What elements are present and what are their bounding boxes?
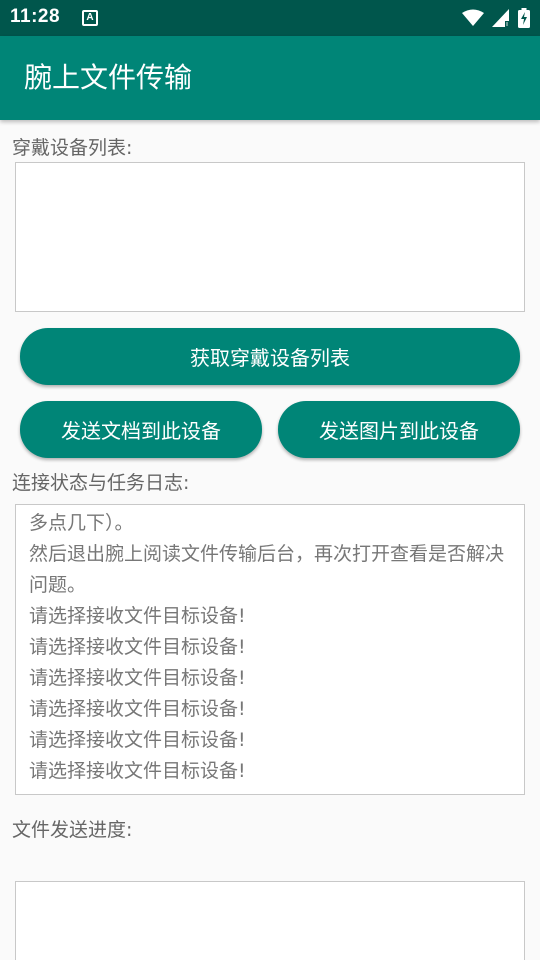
log-line: 多点几下）。 bbox=[29, 512, 134, 534]
status-time: 11:28 bbox=[10, 6, 61, 27]
send-image-button[interactable]: 发送图片到此设备 bbox=[278, 401, 520, 458]
log-line: 请选择接收文件目标设备! bbox=[29, 729, 246, 751]
progress-box bbox=[15, 881, 525, 960]
log-label: 连接状态与任务日志: bbox=[12, 472, 190, 494]
battery-charging-icon bbox=[518, 8, 530, 28]
log-line: 请选择接收文件目标设备! bbox=[29, 667, 246, 689]
log-line: 请选择接收文件目标设备! bbox=[29, 698, 246, 720]
log-lines: 多点几下）。 然后退出腕上阅读文件传输后台，再次打开查看是否解决问题。 请选择接… bbox=[29, 508, 516, 787]
log-line: 请选择接收文件目标设备! bbox=[29, 636, 246, 658]
cell-signal-icon bbox=[492, 9, 509, 27]
wifi-icon bbox=[462, 9, 484, 26]
send-document-button[interactable]: 发送文档到此设备 bbox=[20, 401, 262, 458]
log-line: 请选择接收文件目标设备! bbox=[29, 605, 246, 627]
page-title: 腕上文件传输 bbox=[24, 61, 193, 94]
status-icons bbox=[462, 7, 530, 29]
device-list-label: 穿戴设备列表: bbox=[12, 137, 133, 159]
get-devices-button[interactable]: 获取穿戴设备列表 bbox=[20, 328, 520, 385]
status-bar: 11:28 A bbox=[0, 0, 540, 36]
notification-icon: A bbox=[82, 10, 98, 26]
log-line: 请选择接收文件目标设备! bbox=[29, 760, 246, 782]
progress-label: 文件发送进度: bbox=[12, 819, 133, 841]
app-bar: 腕上文件传输 bbox=[0, 36, 540, 120]
log-line: 然后退出腕上阅读文件传输后台，再次打开查看是否解决问题。 bbox=[29, 543, 505, 596]
log-box[interactable]: 多点几下）。 然后退出腕上阅读文件传输后台，再次打开查看是否解决问题。 请选择接… bbox=[15, 504, 525, 795]
device-list[interactable] bbox=[15, 162, 525, 312]
